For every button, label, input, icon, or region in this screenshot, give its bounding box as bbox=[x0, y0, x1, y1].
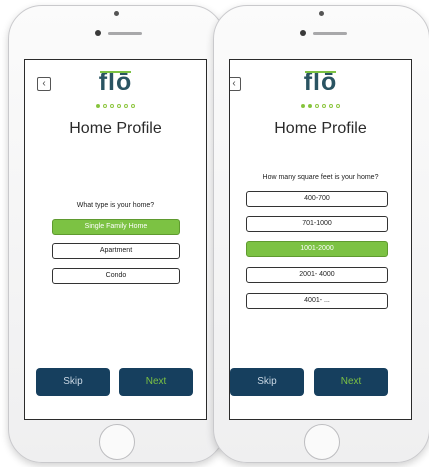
progress-dots bbox=[25, 104, 206, 108]
app-screen-home-type: ‹ flō Home Profile What type is your hom… bbox=[24, 59, 207, 420]
progress-dot bbox=[322, 104, 326, 108]
option-701-1000[interactable]: 701-1000 bbox=[246, 216, 388, 232]
option-2001-4000[interactable]: 2001- 4000 bbox=[246, 267, 388, 283]
phone-frame-right: ‹ flō Home Profile How many square feet … bbox=[213, 5, 429, 463]
phone-frame-left: ‹ flō Home Profile What type is your hom… bbox=[8, 5, 225, 463]
progress-dots bbox=[230, 104, 411, 108]
option-apartment[interactable]: Apartment bbox=[52, 243, 180, 259]
progress-dot bbox=[110, 104, 114, 108]
question-label: What type is your home? bbox=[76, 202, 155, 209]
earpiece-speaker-icon bbox=[108, 32, 142, 35]
flo-logo: flō bbox=[303, 68, 338, 96]
progress-dot bbox=[336, 104, 340, 108]
home-button[interactable] bbox=[99, 424, 135, 460]
progress-dot-active bbox=[96, 104, 100, 108]
progress-dot bbox=[329, 104, 333, 108]
option-single-family-home[interactable]: Single Family Home bbox=[52, 219, 180, 235]
flo-logo: flō bbox=[98, 68, 133, 96]
progress-dot-active bbox=[308, 104, 312, 108]
app-screen-square-feet: ‹ flō Home Profile How many square feet … bbox=[229, 59, 412, 420]
option-condo[interactable]: Condo bbox=[52, 268, 180, 284]
sensor-dot-icon bbox=[95, 30, 101, 36]
option-1001-2000[interactable]: 1001-2000 bbox=[246, 241, 388, 257]
progress-dot bbox=[124, 104, 128, 108]
next-button[interactable]: Next bbox=[119, 368, 193, 396]
progress-dot bbox=[131, 104, 135, 108]
progress-dot-active bbox=[301, 104, 305, 108]
earpiece-speaker-icon bbox=[313, 32, 347, 35]
front-camera-icon bbox=[114, 11, 119, 16]
skip-button[interactable]: Skip bbox=[230, 368, 304, 396]
question-label: How many square feet is your home? bbox=[262, 174, 379, 181]
option-4001-plus[interactable]: 4001- ... bbox=[246, 293, 388, 309]
page-title: Home Profile bbox=[69, 120, 162, 137]
skip-button[interactable]: Skip bbox=[36, 368, 110, 396]
sensor-dot-icon bbox=[300, 30, 306, 36]
progress-dot bbox=[315, 104, 319, 108]
front-camera-icon bbox=[319, 11, 324, 16]
page-title: Home Profile bbox=[274, 120, 367, 137]
option-400-700[interactable]: 400-700 bbox=[246, 191, 388, 207]
progress-dot bbox=[103, 104, 107, 108]
home-button[interactable] bbox=[304, 424, 340, 460]
next-button[interactable]: Next bbox=[314, 368, 388, 396]
progress-dot bbox=[117, 104, 121, 108]
